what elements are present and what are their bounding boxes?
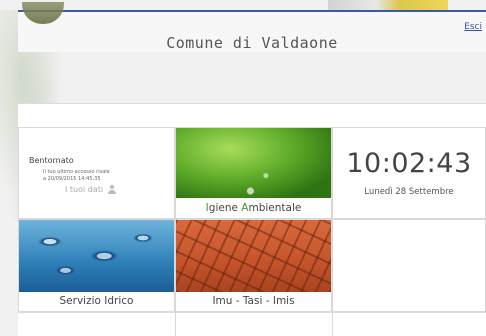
last-access-text: Il tuo ultimo accesso risale: [43, 169, 110, 175]
header-bar: Comune di Valdaone Esci: [18, 12, 486, 52]
bottom-tile-row: [18, 312, 486, 336]
tile-imu-label: Imu - Tasi - Imis: [212, 295, 295, 307]
last-access-date: a 20/09/2015 14:45:35: [43, 176, 101, 182]
tile-idrico-label: Servizio Idrico: [59, 295, 134, 307]
tile-divider: [175, 313, 176, 336]
leaf-image: [176, 128, 331, 198]
tile-imu-tasi-imis[interactable]: Imu - Tasi - Imis: [175, 219, 332, 312]
exit-link[interactable]: Esci: [464, 22, 482, 32]
tile-igiene-ambientale[interactable]: Igiene Ambientale: [175, 127, 332, 219]
clock-time: 10:02:43: [346, 148, 472, 179]
clock-date: Lunedì 28 Settembre: [364, 187, 454, 197]
dashboard-panel: Bentornato Il tuo ultimo accesso risale …: [18, 103, 486, 336]
my-data-link[interactable]: I tuoi dati: [65, 185, 117, 194]
tile-igiene-label: Igiene Ambientale: [205, 202, 302, 214]
clock-tile: 10:02:43 Lunedì 28 Settembre: [332, 127, 486, 219]
bricks-image: [176, 220, 331, 292]
user-icon: [107, 185, 117, 194]
tile-divider: [332, 313, 333, 336]
welcome-tile: Bentornato Il tuo ultimo accesso risale …: [18, 127, 175, 219]
tile-servizio-idrico[interactable]: Servizio Idrico: [18, 219, 175, 312]
welcome-title: Bentornato: [29, 156, 74, 165]
page-title: Comune di Valdaone: [166, 34, 338, 52]
water-drops-image: [19, 220, 174, 292]
empty-tile: [332, 219, 486, 312]
my-data-label: I tuoi dati: [65, 185, 104, 194]
